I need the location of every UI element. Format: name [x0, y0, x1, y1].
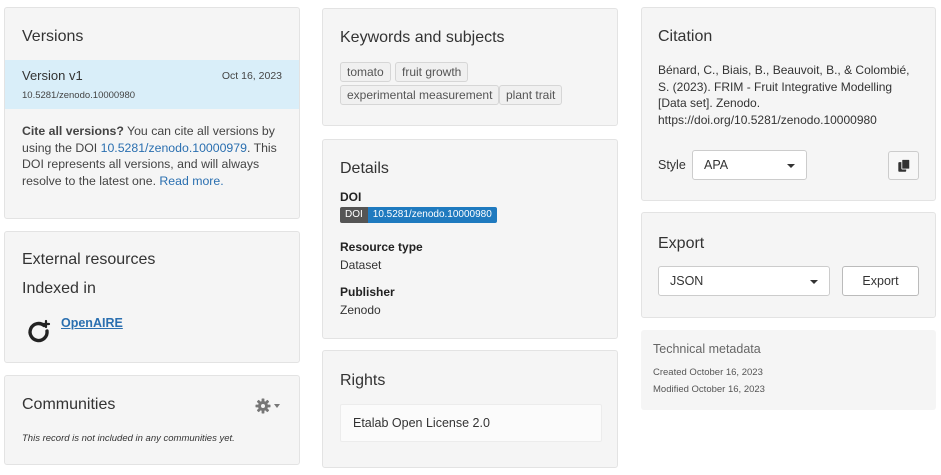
technical-metadata-panel: Technical metadata Created October 16, 2…: [641, 330, 936, 410]
details-title: Details: [340, 160, 389, 177]
openaire-link[interactable]: OpenAIRE: [61, 316, 123, 330]
keyword-tag[interactable]: fruit growth: [395, 62, 469, 82]
created-date: Created October 16, 2023: [653, 367, 763, 378]
communities-panel: Communities This record is not included …: [4, 375, 300, 465]
cite-all-versions-heading: Cite all versions?: [22, 124, 124, 138]
keywords-title: Keywords and subjects: [340, 29, 505, 46]
publisher-value: Zenodo: [340, 303, 381, 317]
version-date: Oct 16, 2023: [221, 70, 282, 82]
read-more-link[interactable]: Read more.: [159, 174, 223, 188]
rights-title: Rights: [340, 372, 386, 389]
export-title: Export: [658, 235, 705, 252]
export-format-value: JSON: [670, 274, 704, 288]
license-name[interactable]: Etalab Open License 2.0: [353, 416, 490, 430]
keyword-tag[interactable]: plant trait: [499, 85, 563, 105]
gear-icon[interactable]: [255, 398, 281, 414]
communities-empty-note: This record is not included in any commu…: [22, 433, 235, 444]
technical-metadata-title: Technical metadata: [653, 342, 761, 356]
indexed-in-heading: Indexed in: [22, 280, 96, 297]
version-doi: 10.5281/zenodo.10000980: [22, 90, 136, 101]
export-button[interactable]: Export: [842, 266, 919, 296]
publisher-label: Publisher: [340, 285, 395, 299]
copy-icon: [898, 159, 911, 172]
citation-panel: Citation Bénard, C., Biais, B., Beauvoit…: [641, 7, 936, 201]
resource-type-label: Resource type: [340, 240, 423, 254]
external-resources-panel: External resources Indexed in OpenAIRE: [4, 231, 300, 363]
doi-badge[interactable]: DOI 10.5281/zenodo.10000980: [340, 207, 497, 223]
citation-style-value: APA: [704, 158, 729, 172]
keyword-tag[interactable]: experimental measurement: [340, 85, 500, 105]
cite-all-versions-text: Cite all versions? You can cite all vers…: [22, 123, 292, 189]
version-row-v1[interactable]: Version v1 Oct 16, 2023 10.5281/zenodo.1…: [5, 60, 299, 109]
communities-title: Communities: [22, 396, 116, 413]
resource-type-value: Dataset: [340, 258, 382, 272]
export-format-select[interactable]: JSON: [658, 266, 830, 296]
chevron-down-icon: [810, 280, 818, 284]
chevron-down-icon: [274, 404, 280, 408]
license-box[interactable]: Etalab Open License 2.0: [340, 404, 602, 442]
export-panel: Export JSON Export: [641, 212, 936, 318]
version-link[interactable]: Version v1: [22, 68, 83, 83]
rights-panel: Rights Etalab Open License 2.0: [322, 350, 618, 468]
keywords-panel: Keywords and subjects tomato fruit growt…: [322, 8, 618, 126]
doi-badge-key: DOI: [340, 207, 368, 223]
details-panel: Details DOI DOI 10.5281/zenodo.10000980 …: [322, 139, 618, 339]
openaire-logo-icon: [28, 319, 51, 343]
doi-label: DOI: [340, 190, 362, 204]
keyword-tag[interactable]: tomato: [340, 62, 391, 82]
doi-badge-value[interactable]: 10.5281/zenodo.10000980: [367, 207, 497, 223]
modified-date: Modified October 16, 2023: [653, 384, 765, 395]
style-label: Style: [658, 158, 686, 172]
copy-citation-button[interactable]: [888, 151, 919, 180]
external-resources-title: External resources: [22, 251, 156, 268]
citation-text: Bénard, C., Biais, B., Beauvoit, B., & C…: [658, 63, 910, 127]
citation-style-select[interactable]: APA: [692, 150, 807, 180]
chevron-down-icon: [787, 164, 795, 168]
concept-doi-link[interactable]: 10.5281/zenodo.10000979: [101, 141, 247, 155]
versions-panel: Versions Version v1 Oct 16, 2023 10.5281…: [4, 7, 300, 219]
citation-title: Citation: [658, 28, 713, 45]
versions-title: Versions: [22, 28, 84, 45]
